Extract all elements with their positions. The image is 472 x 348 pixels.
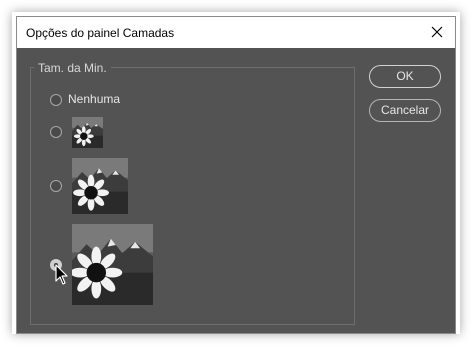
radio-thumb-small[interactable] [50, 126, 62, 138]
sunflower-mountain-image [72, 224, 153, 305]
dialog-title: Opções do painel Camadas [26, 26, 175, 40]
thumb-preview-medium[interactable] [72, 158, 128, 214]
radio-thumb-medium[interactable] [50, 180, 62, 192]
title-bar: Opções do painel Camadas [17, 17, 455, 48]
thumb-preview-small[interactable] [72, 117, 103, 148]
sunflower-mountain-image [72, 117, 103, 148]
ok-button[interactable]: OK [369, 65, 441, 88]
layers-panel-options-dialog: Opções do painel Camadas Tam. da Min. Ne… [16, 16, 456, 334]
radio-label-none: Nenhuma [68, 92, 121, 106]
close-button[interactable] [425, 21, 449, 43]
radio-thumb-none[interactable] [50, 94, 62, 106]
cancel-button[interactable]: Cancelar [369, 99, 441, 122]
thumb-preview-large[interactable] [72, 224, 153, 305]
thumbnail-size-legend: Tam. da Min. [34, 61, 111, 75]
close-icon [431, 26, 443, 38]
mouse-pointer-icon [55, 264, 68, 285]
sunflower-mountain-image [72, 158, 128, 214]
